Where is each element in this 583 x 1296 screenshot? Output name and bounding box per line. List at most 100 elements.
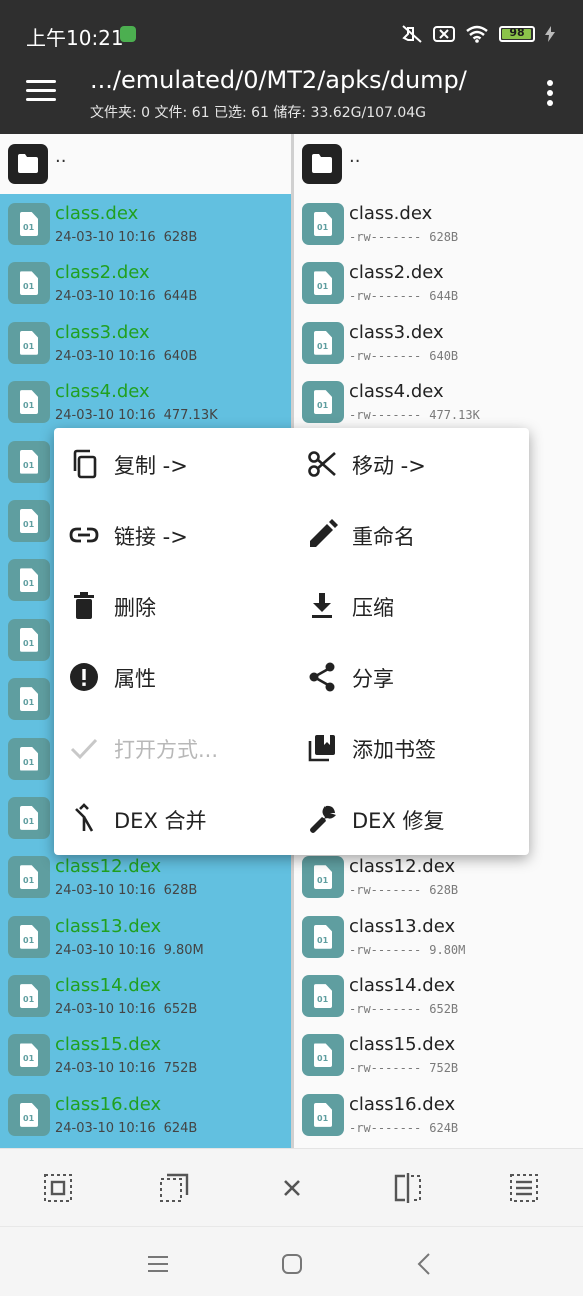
check-icon (70, 738, 98, 760)
file-name: class14.dex (349, 975, 456, 997)
status-time: 上午10:21 (26, 26, 124, 50)
file-row[interactable]: 01 class14.dex 24-03-10 10:16 652B (0, 966, 291, 1025)
file-size: 644B (429, 289, 459, 304)
rename-label: 重命名 (352, 525, 415, 549)
dex-file-icon: 01 (8, 856, 50, 899)
file-name: class.dex (55, 203, 139, 224)
select-all-icon[interactable] (41, 1171, 75, 1205)
file-name: class16.dex (55, 1093, 162, 1115)
file-name: class13.dex (55, 915, 162, 937)
file-date: 24-03-10 10:16 (55, 348, 156, 364)
pencil-icon (310, 519, 338, 547)
file-row[interactable]: 01 class15.dex -rw------- 752B (294, 1025, 583, 1084)
file-row[interactable]: 01 class14.dex -rw------- 652B (294, 966, 583, 1025)
copy-icon (73, 449, 97, 479)
properties-menu-item[interactable]: 属性 (54, 641, 291, 712)
file-size: 640B (163, 348, 198, 364)
share-icon (309, 662, 335, 692)
file-name: class.dex (349, 203, 433, 224)
file-row[interactable]: 01 class13.dex -rw------- 9.80M (294, 907, 583, 966)
file-row[interactable]: 01 class3.dex -rw------- 640B (294, 313, 583, 372)
file-row[interactable]: 01 class2.dex -rw------- 644B (294, 253, 583, 312)
delete-label: 删除 (114, 596, 156, 620)
file-meta: -rw------- 624B (349, 1121, 458, 1135)
dex-merge-menu-item[interactable]: DEX 合并 (54, 783, 291, 854)
battery-icon: 98 (499, 26, 535, 42)
share-menu-item[interactable]: 分享 (292, 641, 529, 712)
file-meta: -rw------- 644B (349, 289, 458, 303)
file-row[interactable]: 01 class16.dex 24-03-10 10:16 624B (0, 1085, 291, 1144)
file-row[interactable]: 01 class.dex -rw------- 628B (294, 194, 583, 253)
overflow-menu-icon[interactable] (547, 80, 553, 106)
dex-file-icon: 01 (8, 796, 50, 839)
dex-file-icon: 01 (8, 1034, 50, 1077)
share-label: 分享 (352, 667, 394, 691)
dex-file-icon: 01 (8, 381, 50, 424)
dex-file-icon: 01 (8, 678, 50, 721)
dex-file-icon: 01 (302, 203, 344, 245)
file-name: class13.dex (349, 915, 456, 937)
file-permissions: -rw------- (349, 408, 422, 423)
file-size: 9.80M (429, 942, 466, 957)
invert-selection-icon[interactable] (157, 1171, 191, 1205)
compress-menu-item[interactable]: 压缩 (292, 570, 529, 641)
link-icon (69, 527, 99, 543)
dex-file-icon: 01 (8, 975, 50, 1018)
dex-merge-label: DEX 合并 (114, 809, 207, 833)
hamburger-menu-icon[interactable] (26, 80, 56, 102)
dex-file-icon: 01 (8, 321, 50, 364)
close-selection-icon[interactable] (275, 1171, 309, 1205)
move-menu-item[interactable]: 移动 -> (292, 428, 529, 499)
dex-file-icon: 01 (302, 1034, 344, 1077)
path-info: 文件夹: 0 文件: 61 已选: 61 储存: 33.62G/107.04G (90, 105, 427, 121)
recent-apps-icon[interactable] (143, 1249, 173, 1279)
file-size: 628B (429, 883, 459, 898)
folder-icon (302, 144, 342, 184)
file-row[interactable]: 01 class4.dex 24-03-10 10:16 477.13K (0, 372, 291, 431)
list-select-icon[interactable] (507, 1171, 541, 1205)
dex-repair-menu-item[interactable]: DEX 修复 (292, 783, 529, 854)
info-icon (70, 663, 98, 691)
wifi-icon (466, 25, 488, 43)
file-meta: -rw------- 628B (349, 883, 458, 897)
file-row[interactable]: 01 class4.dex -rw------- 477.13K (294, 372, 583, 431)
parent-directory-row[interactable]: .. (0, 134, 291, 194)
file-permissions: -rw------- (349, 289, 422, 304)
file-row[interactable]: 01 class13.dex 24-03-10 10:16 9.80M (0, 907, 291, 966)
parent-label: .. (55, 146, 67, 167)
open-with-menu-item[interactable]: 打开方式... (54, 712, 291, 783)
parent-directory-row[interactable]: .. (294, 134, 583, 194)
file-row[interactable]: 01 class2.dex 24-03-10 10:16 644B (0, 253, 291, 312)
file-row[interactable]: 01 class.dex 24-03-10 10:16 628B (0, 194, 291, 253)
dex-file-icon: 01 (302, 262, 344, 305)
file-permissions: -rw------- (349, 1120, 422, 1135)
bottom-toolbar (0, 1148, 583, 1226)
charging-icon (545, 26, 555, 42)
file-meta: -rw------- 477.13K (349, 408, 480, 422)
file-row[interactable]: 01 class16.dex -rw------- 624B (294, 1085, 583, 1144)
file-meta: 24-03-10 10:16 752B (55, 1061, 197, 1076)
file-size: 624B (429, 1120, 459, 1135)
link-menu-item[interactable]: 链接 -> (54, 499, 291, 570)
file-row[interactable]: 01 class12.dex 24-03-10 10:16 628B (0, 847, 291, 906)
parent-label: .. (349, 146, 361, 167)
file-name: class14.dex (55, 975, 162, 997)
dex-file-icon: 01 (8, 1093, 50, 1136)
delete-menu-item[interactable]: 删除 (54, 570, 291, 641)
file-size: 652B (429, 1002, 459, 1017)
home-icon[interactable] (277, 1249, 307, 1279)
rename-menu-item[interactable]: 重命名 (292, 499, 529, 570)
file-row[interactable]: 01 class15.dex 24-03-10 10:16 752B (0, 1025, 291, 1084)
add-bookmark-menu-item[interactable]: 添加书签 (292, 712, 529, 783)
file-row[interactable]: 01 class12.dex -rw------- 628B (294, 847, 583, 906)
copy-menu-item[interactable]: 复制 -> (54, 428, 291, 499)
file-name: class4.dex (349, 381, 444, 403)
file-name: class3.dex (349, 321, 444, 343)
compare-panels-icon[interactable] (391, 1171, 425, 1205)
back-icon[interactable] (410, 1249, 440, 1279)
dex-file-icon: 01 (8, 499, 50, 542)
file-row[interactable]: 01 class3.dex 24-03-10 10:16 640B (0, 313, 291, 372)
file-name: class4.dex (55, 381, 150, 403)
file-name: class2.dex (55, 262, 150, 284)
file-name: class15.dex (349, 1034, 456, 1056)
